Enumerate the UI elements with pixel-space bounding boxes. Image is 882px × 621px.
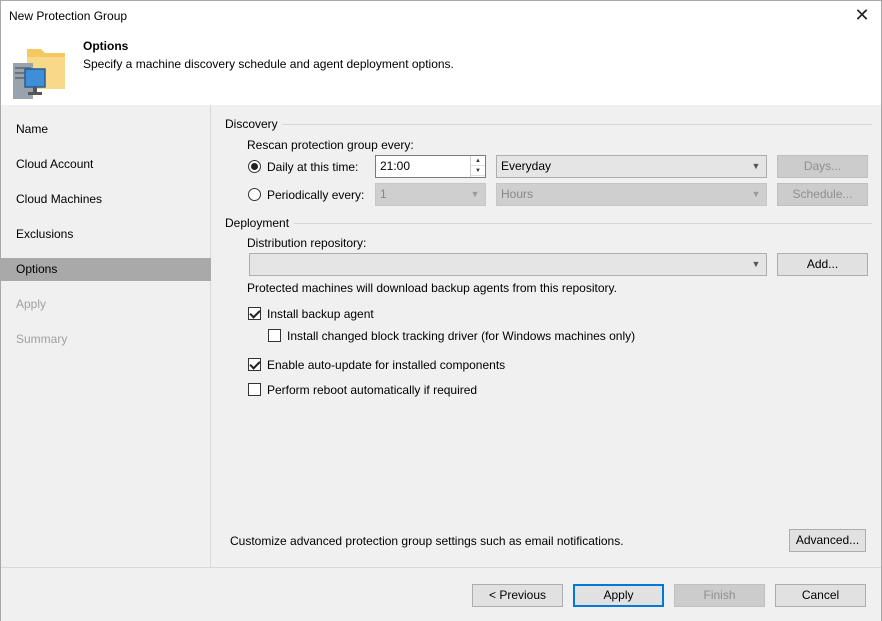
period-value-select: 1 ▼ [375, 183, 486, 206]
periodically-label[interactable]: Periodically every: [267, 188, 364, 202]
wizard-steps: Name Cloud Account Cloud Machines Exclus… [1, 105, 211, 567]
close-icon[interactable]: ✕ [849, 3, 875, 29]
previous-button[interactable]: < Previous [472, 584, 563, 607]
daily-label[interactable]: Daily at this time: [267, 160, 358, 174]
step-cloud-machines[interactable]: Cloud Machines [1, 188, 211, 211]
spin-down-icon[interactable]: ▼ [471, 166, 485, 176]
advanced-button[interactable]: Advanced... [789, 529, 866, 552]
advanced-note: Customize advanced protection group sett… [230, 534, 624, 548]
repository-label: Distribution repository: [247, 236, 367, 250]
discovery-divider [282, 124, 872, 125]
title-bar: New Protection Group ✕ [1, 1, 881, 31]
discovery-section-label: Discovery [225, 117, 278, 131]
schedule-button: Schedule... [777, 183, 868, 206]
chevron-down-icon: ▼ [751, 189, 761, 199]
cancel-button[interactable]: Cancel [775, 584, 866, 607]
auto-update-label[interactable]: Enable auto-update for installed compone… [267, 358, 505, 372]
wizard-footer: < Previous Apply Finish Cancel [1, 567, 881, 621]
period-unit-value: Hours [501, 187, 534, 201]
reboot-label[interactable]: Perform reboot automatically if required [267, 383, 477, 397]
deployment-divider [294, 223, 872, 224]
options-panel: Discovery Rescan protection group every:… [212, 105, 881, 567]
days-button: Days... [777, 155, 868, 178]
wizard-window: New Protection Group ✕ Options Specify a… [0, 0, 882, 621]
daily-frequency-select[interactable]: Everyday ▼ [496, 155, 767, 178]
step-apply: Apply [16, 297, 47, 311]
page-title: Options [83, 39, 129, 53]
rescan-label: Rescan protection group every: [247, 138, 414, 152]
step-options[interactable]: Options [1, 258, 211, 281]
step-summary: Summary [16, 332, 68, 346]
daily-radio[interactable] [248, 160, 261, 173]
step-name[interactable]: Name [1, 118, 211, 141]
time-spinner[interactable]: ▲ ▼ [470, 156, 485, 177]
chevron-down-icon: ▼ [751, 259, 761, 269]
periodically-radio[interactable] [248, 188, 261, 201]
add-repository-button[interactable]: Add... [777, 253, 868, 276]
period-unit-select: Hours ▼ [496, 183, 767, 206]
period-value: 1 [380, 187, 387, 201]
window-title: New Protection Group [9, 9, 128, 23]
repository-select[interactable]: ▼ [249, 253, 767, 276]
apply-button[interactable]: Apply [573, 584, 664, 607]
cbt-driver-checkbox[interactable] [268, 329, 281, 342]
repository-note: Protected machines will download backup … [247, 281, 617, 295]
chevron-down-icon: ▼ [470, 189, 480, 199]
cbt-driver-label[interactable]: Install changed block tracking driver (f… [287, 329, 635, 343]
wizard-header: Options Specify a machine discovery sche… [1, 31, 881, 105]
deployment-section-label: Deployment [225, 216, 290, 230]
daily-frequency-value: Everyday [501, 159, 552, 173]
install-agent-label[interactable]: Install backup agent [267, 307, 374, 321]
reboot-checkbox[interactable] [248, 383, 261, 396]
step-exclusions[interactable]: Exclusions [1, 223, 211, 246]
protection-group-icon [13, 49, 65, 99]
spin-up-icon[interactable]: ▲ [471, 156, 485, 166]
auto-update-checkbox[interactable] [248, 358, 261, 371]
finish-button: Finish [674, 584, 765, 607]
step-cloud-account[interactable]: Cloud Account [1, 153, 211, 176]
daily-time-input[interactable]: 21:00 ▲ ▼ [375, 155, 486, 178]
chevron-down-icon: ▼ [751, 161, 761, 171]
daily-time-value: 21:00 [380, 159, 411, 173]
page-subtitle: Specify a machine discovery schedule and… [83, 57, 454, 71]
install-agent-checkbox[interactable] [248, 307, 261, 320]
